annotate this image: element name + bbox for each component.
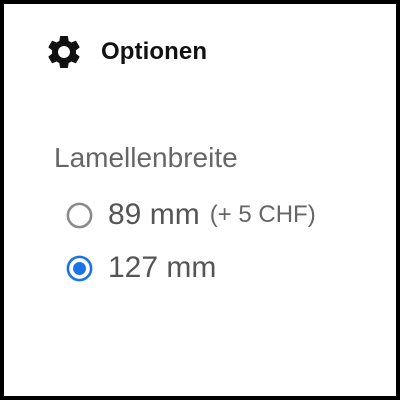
options-panel: Optionen Lamellenbreite 89 mm (+ 5 CHF) … [0,0,400,400]
slat-width-option-127[interactable]: 127 mm [64,250,216,286]
gear-icon [48,35,80,68]
radio-unselected-icon[interactable] [64,200,95,231]
options-title: Optionen [101,38,208,65]
option-price-surcharge: (+ 5 CHF) [209,201,316,228]
slat-width-option-89[interactable]: 89 mm (+ 5 CHF) [64,197,316,233]
slat-width-label: Lamellenbreite [54,142,238,173]
options-header: Optionen [44,32,207,72]
radio-selected-icon[interactable] [64,253,95,284]
option-label: 127 mm [108,251,217,284]
option-label: 89 mm [108,198,200,231]
